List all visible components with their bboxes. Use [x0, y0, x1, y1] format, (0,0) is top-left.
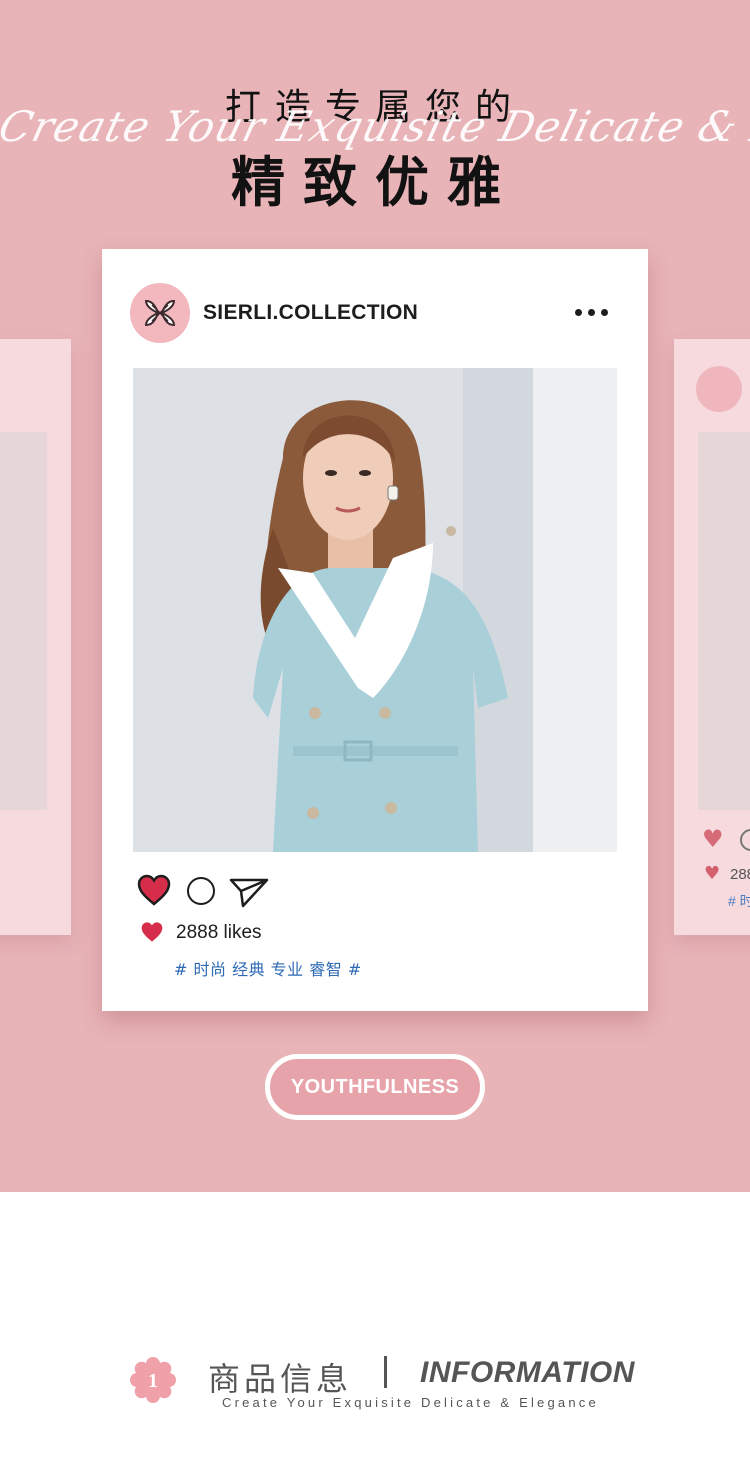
side-card-avatar: [696, 366, 742, 412]
side-card-right: ♥ ♥ 288 # 时: [674, 339, 750, 935]
likes-heart-icon: [141, 922, 163, 942]
side-card-image: [698, 432, 750, 810]
side-tags: # 时: [728, 893, 750, 909]
brand-logo-icon: [144, 299, 176, 327]
side-likes-count: 288: [730, 866, 750, 883]
send-icon[interactable]: [229, 876, 269, 908]
side-card-image: [0, 432, 47, 810]
side-card-left: [0, 339, 71, 935]
heart-icon[interactable]: [137, 874, 171, 906]
info-title-cn: 商品信息: [208, 1360, 353, 1398]
side-likes-heart-icon: ♥: [704, 863, 721, 884]
post-card: SIERLI.COLLECTION 2888 likes # 时尚 经典 专业 …: [102, 249, 648, 1011]
title-divider: [384, 1356, 387, 1388]
hashtags[interactable]: # 时尚 经典 专业 睿智 #: [174, 956, 362, 980]
side-heart-icon: ♥: [702, 825, 724, 853]
hero-section: 打造专属您的 Create Your Exquisite Delicate & …: [0, 0, 750, 1192]
more-icon[interactable]: [575, 309, 608, 316]
badge-number: 1: [148, 1370, 158, 1392]
likes-count: 2888 likes: [176, 922, 262, 943]
info-subtitle: Create Your Exquisite Delicate & Eleganc…: [222, 1395, 599, 1410]
comment-icon[interactable]: [187, 877, 215, 905]
post-photo: [133, 368, 617, 852]
youthfulness-button[interactable]: YOUTHFULNESS: [265, 1054, 485, 1120]
brand-avatar[interactable]: [130, 283, 190, 343]
youthfulness-label: YOUTHFULNESS: [290, 1075, 460, 1098]
headline-large: 精致优雅: [231, 151, 519, 214]
side-comment-icon: [740, 829, 750, 851]
info-title-en: INFORMATION: [420, 1356, 635, 1389]
account-handle[interactable]: SIERLI.COLLECTION: [203, 301, 418, 325]
flower-badge-icon: 1: [130, 1357, 176, 1403]
